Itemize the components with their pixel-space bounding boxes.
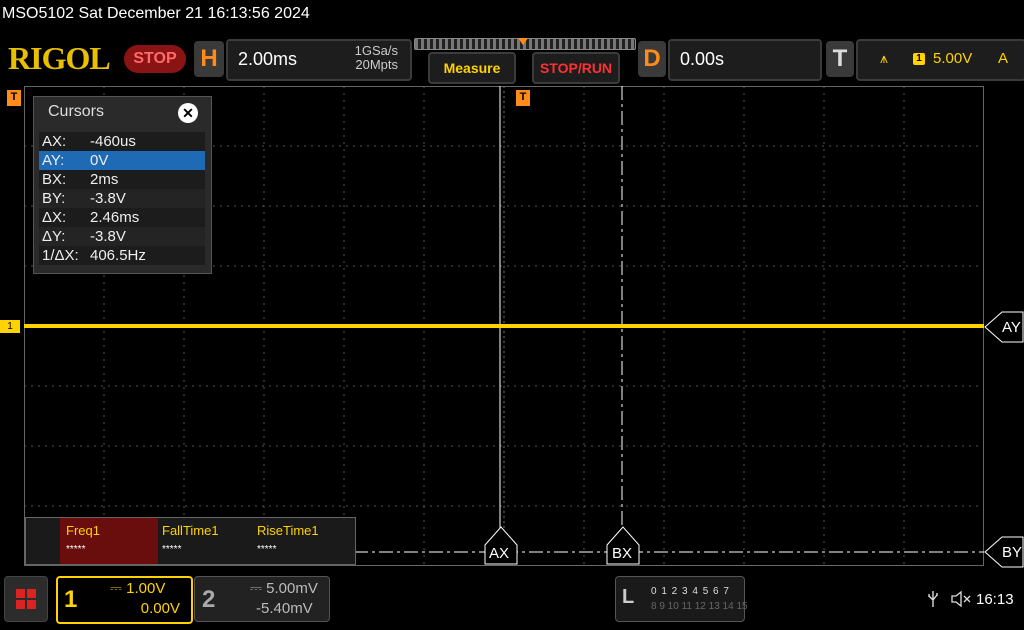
- rigol-logo: RIGOL: [8, 40, 111, 76]
- trigger-level: 5.00V: [933, 50, 973, 67]
- logic-channels-high: 8 9 10 11 12 13 14 15: [651, 601, 748, 612]
- cursor-value: 0V: [90, 152, 109, 169]
- ch2-label: 2: [202, 586, 216, 613]
- cursor-key: BX:: [42, 171, 67, 188]
- cursor-ax-label: AX: [489, 545, 510, 562]
- cursor-readout-table: AX: -460us AY: 0V BX: 2ms BY: -3.8V ΔX: 2.46m…: [39, 132, 205, 265]
- measurement-value: *****: [66, 544, 86, 555]
- sample-rate: 1GSa/s: [354, 43, 398, 58]
- acquisition-info: 1GSa/s 20Mpts: [346, 44, 398, 72]
- measurement-freq[interactable]: Freq1 *****: [60, 518, 158, 564]
- trigger-source: 1: [913, 53, 925, 65]
- run-state-badge[interactable]: STOP: [124, 45, 186, 73]
- cursor-key: AY:: [42, 152, 65, 169]
- trigger-position-marker[interactable]: T: [516, 90, 530, 106]
- cursor-value: 2ms: [90, 171, 119, 188]
- cursor-value: -3.8V: [90, 190, 126, 207]
- cursor-value: -3.8V: [90, 228, 126, 245]
- logic-analyzer-button[interactable]: [615, 576, 745, 622]
- clock: 16:13: [976, 591, 1014, 608]
- measure-button[interactable]: Measure: [428, 52, 516, 84]
- status-line: MSO5102 Sat December 21 16:13:56 2024: [2, 5, 310, 22]
- measurement-falltime[interactable]: FallTime1 *****: [156, 518, 251, 564]
- mute-icon[interactable]: [950, 590, 972, 613]
- cursor-key: ΔY:: [42, 228, 66, 245]
- measurement-label: Freq1: [66, 523, 100, 538]
- cursor-key: BY:: [42, 190, 66, 207]
- trigger-level-marker[interactable]: T: [7, 90, 21, 106]
- cursor-row-by[interactable]: BY: -3.8V: [39, 189, 205, 208]
- cursor-key: ΔX:: [42, 209, 67, 226]
- cursor-value: -460us: [90, 133, 136, 150]
- horizontal-menu-button[interactable]: H: [194, 41, 224, 77]
- ch2-scale: ⎓ 5.00mV: [250, 580, 318, 597]
- cursor-key: 1/ΔX:: [42, 247, 79, 264]
- measurement-label: FallTime1: [162, 523, 219, 538]
- measurement-risetime[interactable]: RiseTime1 *****: [251, 518, 346, 564]
- memory-depth: 20Mpts: [355, 57, 398, 72]
- home-menu-button[interactable]: [4, 576, 48, 622]
- cursor-row-bx[interactable]: BX: 2ms: [39, 170, 205, 189]
- cursor-value: 406.5Hz: [90, 247, 146, 264]
- grid-menu-icon: [16, 589, 36, 609]
- rising-edge-icon: ⩚: [880, 50, 888, 66]
- cursor-value: 2.46ms: [90, 209, 140, 226]
- cursor-key: AX:: [42, 133, 67, 150]
- trigger-menu-button[interactable]: T: [826, 41, 854, 77]
- stop-run-button[interactable]: STOP/RUN: [532, 52, 620, 84]
- cursor-row-ax[interactable]: AX: -460us: [39, 132, 205, 151]
- ch2-offset: -5.40mV: [256, 600, 313, 617]
- ch1-scale: ⎓ 1.00V: [110, 580, 166, 597]
- trigger-mode: A: [998, 50, 1009, 67]
- cursor-row-dy[interactable]: ΔY: -3.8V: [39, 227, 205, 246]
- close-icon[interactable]: ✕: [178, 103, 198, 123]
- logic-label: L: [622, 586, 635, 608]
- ch1-offset-marker[interactable]: 1: [0, 320, 20, 333]
- ch1-offset: 0.00V: [140, 600, 180, 617]
- measurement-value: *****: [162, 544, 182, 555]
- cursor-bx-label: BX: [612, 545, 633, 562]
- usb-icon: [926, 590, 940, 613]
- measurement-label: RiseTime1: [257, 523, 319, 538]
- delay-menu-button[interactable]: D: [638, 41, 666, 77]
- delay-value: 0.00s: [680, 49, 725, 69]
- cursor-ay-label: AY: [1002, 319, 1021, 336]
- measurement-bar[interactable]: Freq1 ***** FallTime1 ***** RiseTime1 **…: [25, 517, 356, 565]
- cursor-row-dx[interactable]: ΔX: 2.46ms: [39, 208, 205, 227]
- ch1-label: 1: [64, 586, 78, 613]
- timebase-value: 2.00ms: [238, 49, 298, 69]
- cursor-by-label: BY: [1002, 544, 1023, 561]
- trigger-position-icon: [518, 38, 528, 45]
- cursors-dialog[interactable]: Cursors ✕ AX: -460us AY: 0V BX: 2ms BY: -3.8…: [33, 96, 212, 274]
- cursors-title: Cursors: [48, 103, 105, 120]
- measurement-value: *****: [257, 544, 277, 555]
- cursor-row-inv-dx[interactable]: 1/ΔX: 406.5Hz: [39, 246, 205, 265]
- cursor-row-ay[interactable]: AY: 0V: [39, 151, 205, 170]
- logic-channels-low: 0 1 2 3 4 5 6 7: [651, 586, 730, 597]
- ch1-scale-value: 1.00V: [126, 580, 166, 597]
- ch2-scale-value: 5.00mV: [266, 580, 318, 597]
